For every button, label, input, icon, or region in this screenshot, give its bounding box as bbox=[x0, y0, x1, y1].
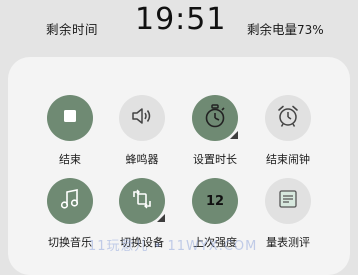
stop-icon bbox=[62, 108, 78, 128]
buzzer-button[interactable]: 蜂鸣器 bbox=[106, 95, 178, 175]
scale-assessment-label: 量表测评 bbox=[266, 236, 310, 249]
timer-icon bbox=[202, 103, 228, 133]
scale-assessment-button[interactable]: 量表测评 bbox=[252, 178, 324, 258]
watermark: 11玩意儿 • 11WYX.COM bbox=[88, 239, 258, 254]
stop-button[interactable]: 结束 bbox=[34, 95, 106, 175]
buzzer-label: 蜂鸣器 bbox=[125, 153, 159, 166]
stop-alarm-button[interactable]: 结束闹钟 bbox=[252, 95, 324, 175]
speaker-icon bbox=[130, 105, 154, 131]
intensity-value: 12 bbox=[205, 193, 225, 209]
stop-alarm-label: 结束闹钟 bbox=[266, 153, 310, 166]
battery-percent: 73% bbox=[297, 23, 324, 37]
set-duration-label: 设置时长 bbox=[193, 153, 237, 166]
menu-corner-indicator bbox=[230, 131, 238, 139]
status-bar: 剩余时间 19:51 剩余电量73% bbox=[0, 0, 358, 52]
switch-device-icon bbox=[130, 187, 154, 215]
set-duration-button[interactable]: 设置时长 bbox=[179, 95, 251, 175]
music-note-icon bbox=[58, 187, 82, 215]
menu-corner-indicator bbox=[157, 214, 165, 222]
stop-label: 结束 bbox=[59, 153, 81, 166]
remaining-time-label: 剩余时间 bbox=[46, 22, 99, 37]
document-icon bbox=[276, 187, 300, 215]
battery-label: 剩余电量 bbox=[247, 22, 298, 37]
battery-status: 剩余电量73% bbox=[247, 19, 324, 38]
clock: 19:51 bbox=[135, 2, 227, 37]
alarm-clock-icon bbox=[275, 103, 301, 133]
